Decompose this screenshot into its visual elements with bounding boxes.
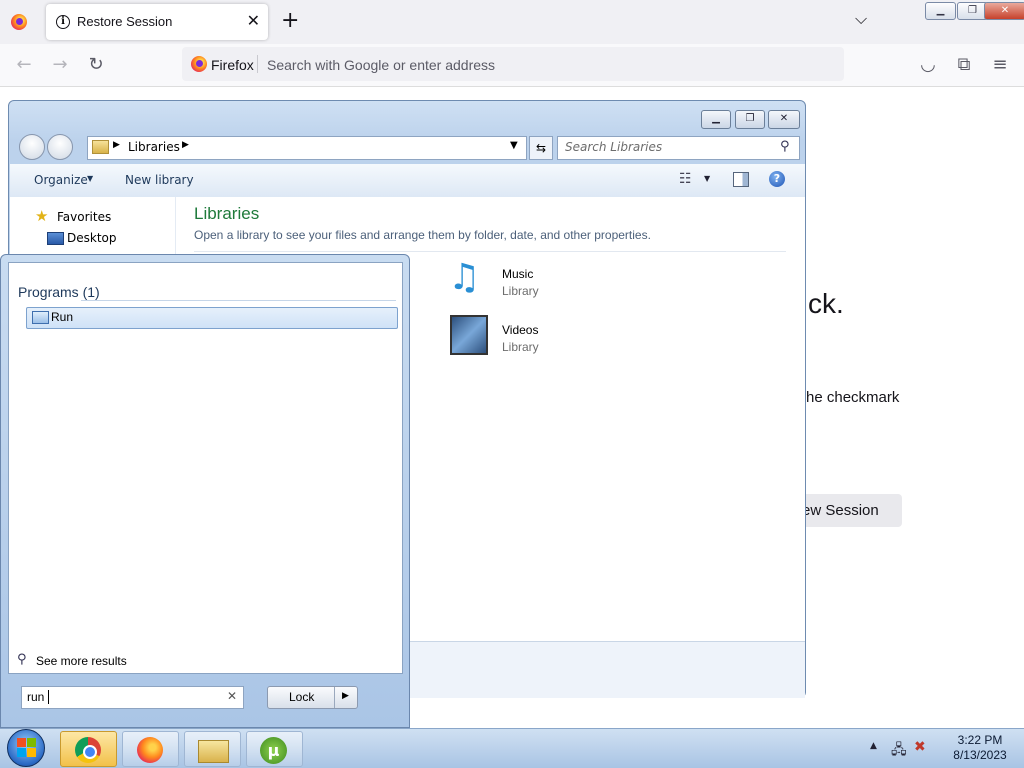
start-button[interactable]	[7, 729, 45, 767]
library-type: Library	[502, 284, 539, 298]
refresh-icon[interactable]: ⇆	[529, 136, 553, 160]
nav-desktop[interactable]: Desktop	[67, 231, 117, 245]
preview-pane-icon[interactable]	[733, 172, 749, 187]
url-brand: Firefox	[211, 57, 254, 73]
breadcrumb-libraries[interactable]: Libraries	[128, 140, 180, 154]
divider	[194, 251, 786, 252]
libraries-folder-icon	[92, 140, 109, 154]
windows-logo-icon	[17, 738, 26, 747]
music-library-icon: ♫	[448, 257, 481, 298]
videos-library-icon	[450, 315, 488, 355]
result-label: Run	[51, 310, 74, 324]
reload-icon[interactable]: ↻	[85, 54, 107, 75]
address-dropdown-icon[interactable]: ▼	[510, 140, 518, 151]
breadcrumb-arrow-icon: ▶	[113, 140, 120, 150]
extensions-icon[interactable]: ⧉	[953, 54, 975, 75]
libraries-subtitle: Open a library to see your files and arr…	[194, 228, 651, 242]
programs-group-heading: Programs (1)	[18, 284, 100, 300]
network-icon[interactable]: 🖧	[891, 739, 907, 763]
url-bar[interactable]: Firefox Search with Google or enter addr…	[182, 47, 844, 81]
chevron-down-icon[interactable]: ▼	[704, 174, 710, 183]
run-icon	[32, 311, 49, 324]
desktop-icon	[47, 232, 64, 245]
taskbar-chrome[interactable]	[60, 731, 117, 767]
close-window-button[interactable]: ✕	[984, 2, 1024, 20]
view-options-icon[interactable]: ☷	[679, 171, 692, 187]
help-icon[interactable]: ?	[769, 171, 785, 187]
info-icon: i	[56, 15, 70, 29]
list-tabs-icon[interactable]: ⌵	[855, 9, 867, 29]
clock[interactable]: 3:22 PM 8/13/2023	[940, 733, 1020, 763]
new-session-label: ew Session	[802, 502, 879, 519]
firefox-tab-bar: i Restore Session ✕ + ⌵ ▁ ❐ ✕	[0, 0, 1024, 44]
clear-search-icon[interactable]: ✕	[227, 689, 237, 703]
url-placeholder: Search with Google or enter address	[267, 57, 496, 73]
firefox-menu-icon[interactable]	[11, 14, 27, 30]
explorer-forward-button[interactable]	[47, 134, 73, 160]
library-type: Library	[502, 340, 539, 354]
explorer-toolbar: Organize ▼ New library ☷ ▼ ?	[10, 164, 805, 198]
firefox-icon	[191, 56, 207, 72]
organize-button[interactable]: Organize	[34, 173, 88, 187]
url-separator	[257, 55, 258, 73]
forward-icon[interactable]: →	[49, 54, 71, 75]
start-menu-results: Programs (1) Run ⚲ See more results	[8, 262, 403, 674]
library-name: Videos	[502, 323, 539, 337]
explorer-search-input[interactable]: Search Libraries ⚲	[557, 136, 800, 160]
clock-date: 8/13/2023	[953, 748, 1007, 762]
group-divider	[81, 300, 396, 301]
windows-logo-icon	[27, 748, 36, 757]
see-more-results-link[interactable]: See more results	[36, 654, 127, 668]
chevron-down-icon: ▼	[87, 174, 94, 183]
library-item-music[interactable]: ♫ Music Library	[448, 257, 628, 307]
minimize-button[interactable]: ▁	[925, 2, 956, 20]
text-caret	[48, 690, 49, 704]
search-icon: ⚲	[17, 652, 27, 667]
page-heading: ck.	[808, 288, 844, 319]
taskbar-utorrent[interactable]: µ	[246, 731, 303, 767]
libraries-heading: Libraries	[194, 204, 260, 223]
explorer-maximize-button[interactable]: ❐	[735, 110, 765, 129]
explorer-address-bar[interactable]: ▶ Libraries ▶ ▼	[87, 136, 527, 160]
windows-logo-icon	[17, 748, 26, 757]
new-library-button[interactable]: New library	[125, 173, 194, 187]
tab-restore-session[interactable]: i Restore Session ✕	[46, 4, 268, 40]
pocket-icon[interactable]: ◡	[917, 54, 939, 75]
search-icon[interactable]: ⚲	[780, 139, 790, 154]
explorer-minimize-button[interactable]: ▁	[701, 110, 731, 129]
menu-icon[interactable]: ≡	[989, 54, 1011, 75]
chevron-right-icon[interactable]: ▶	[342, 691, 349, 701]
explorer-close-button[interactable]: ✕	[768, 110, 800, 129]
taskbar-firefox[interactable]	[122, 731, 179, 767]
search-value: run	[27, 690, 45, 704]
windows-logo-icon	[27, 738, 36, 747]
taskbar: µ ▲ 🖧 ✖ 3:22 PM 8/13/2023	[0, 728, 1024, 768]
lock-divider	[334, 687, 335, 708]
breadcrumb-arrow-icon[interactable]: ▶	[182, 140, 189, 150]
favorites-star-icon: ★	[35, 207, 49, 225]
utorrent-icon: µ	[260, 737, 287, 764]
explorer-back-button[interactable]	[19, 134, 45, 160]
lock-button[interactable]: Lock ▶	[267, 686, 358, 709]
library-item-videos[interactable]: Videos Library	[448, 313, 628, 363]
page-text: he checkmark	[806, 389, 900, 406]
lock-label: Lock	[289, 690, 315, 704]
taskbar-explorer[interactable]	[184, 731, 241, 767]
new-tab-icon[interactable]: +	[281, 8, 299, 33]
nav-favorites[interactable]: Favorites	[57, 210, 111, 224]
back-icon[interactable]: ←	[13, 54, 35, 75]
tab-title: Restore Session	[77, 14, 173, 29]
chrome-icon-center	[83, 745, 97, 759]
library-name: Music	[502, 267, 534, 281]
show-hidden-icons[interactable]: ▲	[870, 741, 877, 751]
clock-time: 3:22 PM	[957, 733, 1003, 747]
start-menu: Programs (1) Run ⚲ See more results run …	[0, 254, 410, 728]
close-tab-icon[interactable]: ✕	[247, 11, 260, 30]
search-placeholder: Search Libraries	[565, 140, 663, 154]
start-search-input[interactable]: run ✕	[21, 686, 244, 709]
volume-muted-icon[interactable]: ✖	[914, 739, 926, 755]
result-run[interactable]: Run	[26, 307, 398, 329]
explorer-icon	[198, 740, 229, 763]
firefox-icon	[137, 737, 163, 763]
